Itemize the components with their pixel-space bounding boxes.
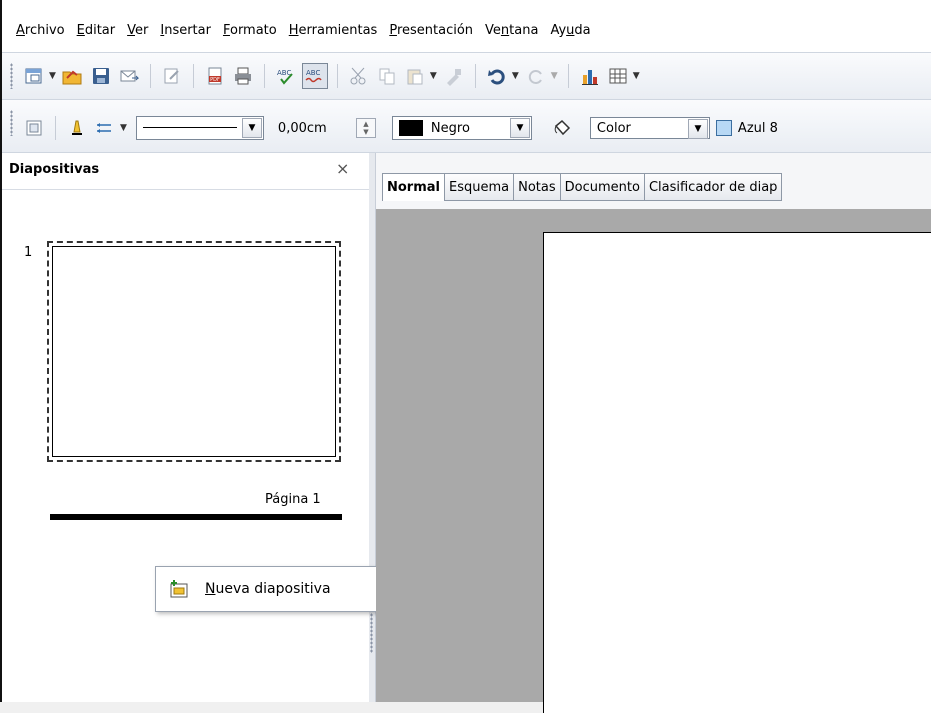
- toolbar-separator: [192, 64, 194, 88]
- undo-icon[interactable]: [485, 64, 509, 88]
- redo-icon[interactable]: [524, 64, 548, 88]
- new-slide-icon: [167, 577, 191, 601]
- tab-notas[interactable]: Notas: [514, 173, 561, 201]
- menu-ventana[interactable]: Ventana: [485, 22, 538, 40]
- email-icon[interactable]: [117, 64, 141, 88]
- toolbar-separator: [55, 116, 56, 140]
- menu-insertar[interactable]: Insertar: [160, 22, 211, 40]
- tab-esquema[interactable]: Esquema: [445, 173, 515, 201]
- pane-splitter[interactable]: [369, 153, 376, 702]
- chevron-down-icon[interactable]: ▼: [509, 118, 530, 138]
- open-folder-icon[interactable]: [61, 64, 85, 88]
- chevron-down-icon[interactable]: ▼: [687, 119, 708, 139]
- fill-type-select[interactable]: Color ▼: [589, 117, 710, 139]
- export-pdf-icon[interactable]: PDF: [203, 64, 227, 88]
- area-fill-icon[interactable]: [550, 116, 574, 140]
- copy-icon[interactable]: [375, 64, 399, 88]
- slides-pane-title: Diapositivas: [9, 162, 100, 177]
- fill-type-label: Color: [596, 120, 631, 136]
- new-slide-menu-item[interactable]: Nueva diapositiva: [205, 581, 331, 597]
- chevron-down-icon[interactable]: ▼: [430, 71, 437, 81]
- line-width-spinner[interactable]: 0,00cm ▲ ▼: [278, 117, 386, 139]
- menu-ver[interactable]: Ver: [127, 22, 148, 40]
- menu-archivo[interactable]: Archivo: [16, 22, 65, 40]
- line-fill-toolbar: ▼ ▼ 0,00cm ▲ ▼ Negro ▼ Color ▼ Azul 8: [2, 100, 931, 153]
- cut-icon[interactable]: [347, 64, 371, 88]
- slide-workspace[interactable]: [376, 209, 931, 713]
- chart-icon[interactable]: [578, 64, 602, 88]
- toolbar-grip[interactable]: [10, 110, 13, 136]
- splitter-grip[interactable]: [370, 613, 373, 653]
- standard-toolbar: ▼ PDF ABC ABC ▼ ▼ ▼ ▼: [2, 53, 931, 100]
- slide-thumbnail[interactable]: [47, 241, 341, 462]
- print-icon[interactable]: [231, 64, 255, 88]
- svg-text:PDF: PDF: [210, 77, 220, 83]
- line-style-select[interactable]: ▼: [135, 116, 264, 140]
- slide-thumbnail-content: [52, 246, 336, 457]
- toolbar-separator: [336, 64, 338, 88]
- slide-canvas[interactable]: [543, 232, 931, 713]
- menu-presentacion[interactable]: Presentación: [389, 22, 473, 40]
- autospellcheck-icon[interactable]: ABC: [301, 63, 328, 89]
- new-document-icon[interactable]: [22, 64, 46, 88]
- close-icon[interactable]: ×: [336, 159, 349, 178]
- line-style-preview: [142, 127, 237, 128]
- menu-editar[interactable]: Editar: [77, 22, 116, 40]
- tab-documento[interactable]: Documento: [560, 173, 645, 201]
- chevron-down-icon[interactable]: ▼: [633, 71, 640, 81]
- menu-herramientas[interactable]: Herramientas: [289, 22, 378, 40]
- slide-number: 1: [24, 245, 33, 260]
- svg-text:ABC: ABC: [306, 69, 320, 77]
- fill-color-swatch: [715, 120, 732, 136]
- clone-formatting-icon[interactable]: [442, 64, 466, 88]
- context-menu: Nueva diapositiva: [155, 566, 407, 612]
- arrow-style-icon[interactable]: [93, 116, 117, 140]
- line-style-icon[interactable]: [65, 116, 89, 140]
- toolbar-separator: [567, 64, 569, 88]
- paste-icon[interactable]: [403, 64, 427, 88]
- line-color-label: Negro: [430, 120, 470, 136]
- tab-clasificador[interactable]: Clasificador de diap: [644, 173, 783, 201]
- toolbar-separator: [263, 64, 265, 88]
- fill-color-label: Azul 8: [737, 120, 778, 136]
- menu-ayuda[interactable]: Ayuda: [550, 22, 590, 40]
- line-color-select[interactable]: Negro ▼: [391, 116, 532, 140]
- save-icon[interactable]: [89, 64, 113, 88]
- chevron-down-icon[interactable]: ▼: [120, 123, 127, 133]
- line-color-swatch: [398, 120, 423, 136]
- toolbar-separator: [474, 64, 476, 88]
- chevron-down-icon[interactable]: ▼: [512, 71, 519, 81]
- insertion-indicator: [50, 514, 342, 520]
- spin-arrows-icon[interactable]: ▲ ▼: [355, 118, 376, 138]
- tab-normal[interactable]: Normal: [382, 173, 445, 201]
- view-tabs-bar: Normal Esquema Notas Documento Clasifica…: [376, 153, 931, 209]
- slide-label: Página 1: [265, 492, 321, 507]
- slides-pane: Diapositivas × 1 Página 1: [2, 153, 370, 702]
- table-icon[interactable]: [606, 64, 630, 88]
- chevron-down-icon[interactable]: ▼: [551, 71, 558, 81]
- chevron-down-icon[interactable]: ▼: [49, 71, 56, 81]
- toolbar-separator: [149, 64, 151, 88]
- edit-file-icon[interactable]: [160, 64, 184, 88]
- toolbar-grip[interactable]: [10, 63, 13, 89]
- divider: [2, 189, 369, 190]
- chevron-down-icon[interactable]: ▼: [241, 118, 262, 138]
- menubar: Archivo Editar Ver Insertar Formato Herr…: [2, 0, 931, 53]
- menu-formato[interactable]: Formato: [223, 22, 277, 40]
- display-mode-icon[interactable]: [22, 116, 46, 140]
- line-width-value[interactable]: 0,00cm: [278, 121, 356, 136]
- spellcheck-icon[interactable]: ABC: [274, 64, 298, 88]
- fill-color-select[interactable]: Azul 8: [715, 117, 778, 139]
